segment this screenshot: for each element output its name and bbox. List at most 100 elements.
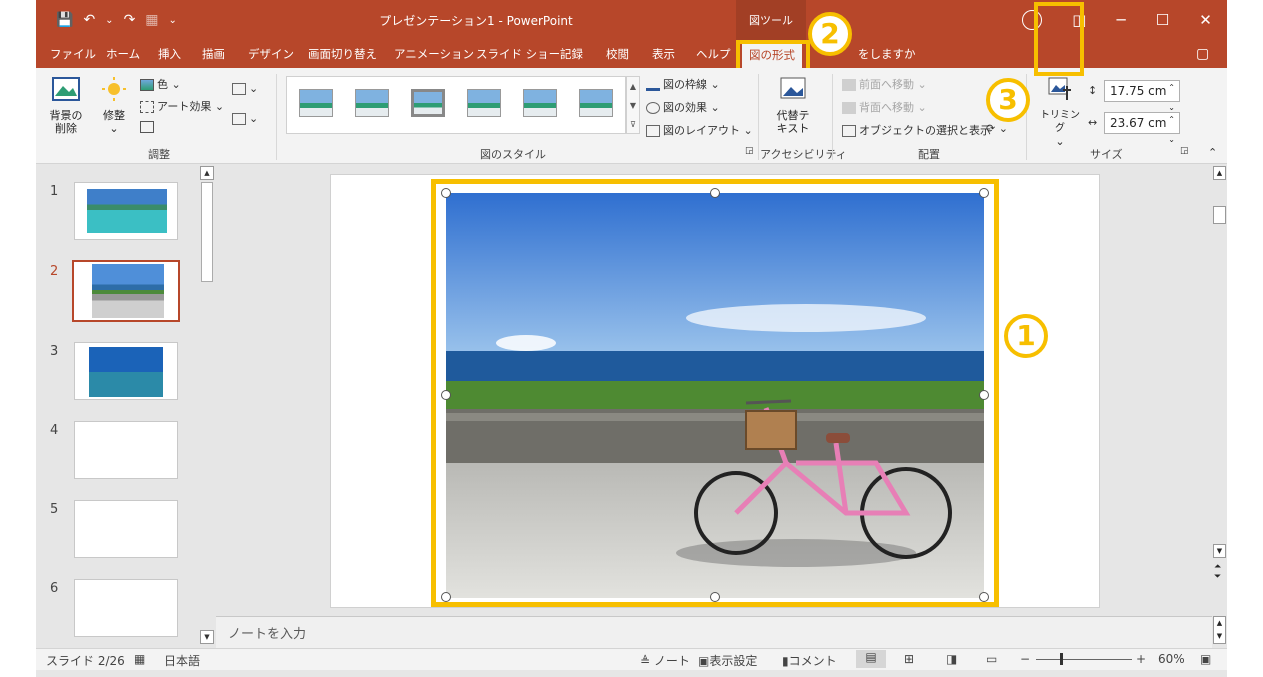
resize-handle-e[interactable] — [979, 390, 989, 400]
zoom-in-button[interactable]: + — [1136, 652, 1146, 666]
notes-pane[interactable]: ノートを入力 — [216, 616, 1212, 648]
tell-me-search[interactable]: をしますか — [858, 40, 916, 68]
slide-thumbnail[interactable]: 5 — [36, 500, 201, 562]
picture-style-option[interactable] — [411, 89, 445, 117]
picture-styles-gallery[interactable] — [286, 76, 626, 134]
gallery-down-icon[interactable]: ▼ — [627, 96, 639, 115]
tab-animations[interactable]: アニメーション — [394, 40, 474, 68]
corrections-button[interactable]: 修整 ⌄ — [94, 76, 134, 135]
previous-slide-icon[interactable]: ⏶ ⏷ — [1214, 562, 1221, 582]
slideshow-view-icon[interactable]: ▭ — [986, 652, 997, 666]
picture-border-button[interactable]: 図の枠線 ⌄ — [646, 76, 720, 92]
tab-view[interactable]: 表示 — [652, 40, 675, 68]
picture-effects-button[interactable]: 図の効果 ⌄ — [646, 99, 720, 115]
picture-layout-button[interactable]: 図のレイアウト ⌄ — [646, 122, 753, 138]
bicycle-photo[interactable] — [446, 193, 984, 598]
fit-to-window-icon[interactable]: ▣ — [1200, 652, 1211, 666]
comments-button[interactable]: ▮コメント — [782, 652, 837, 669]
editor-scroll-up-icon[interactable]: ▲ — [1213, 166, 1226, 180]
width-field[interactable]: 23.67 cm ⌃ ⌄ — [1104, 112, 1180, 144]
crop-button[interactable]: トリミング ⌄ — [1038, 76, 1082, 148]
picture-style-option[interactable] — [355, 89, 389, 117]
zoom-level[interactable]: 60% — [1158, 652, 1185, 666]
normal-view-icon[interactable]: ▤ — [856, 650, 886, 668]
slide-sorter-view-icon[interactable]: ⊞ — [904, 652, 914, 666]
language-label[interactable]: 日本語 — [164, 652, 200, 669]
slide-thumbnail[interactable]: 6 — [36, 579, 201, 641]
compress-pictures-button[interactable]: ⌄ — [232, 82, 258, 95]
gallery-scroll[interactable]: ▲ ▼ ⊽ — [626, 76, 640, 134]
undo-dropdown-icon[interactable]: ⌄ — [105, 15, 113, 26]
tab-picture-format[interactable]: 図の形式 — [742, 42, 802, 68]
accessibility-checker-icon[interactable]: ▦ — [134, 652, 145, 666]
tab-review[interactable]: 校閲 — [606, 40, 629, 68]
slide-thumbnail[interactable]: 4 — [36, 421, 201, 483]
picture-style-option[interactable] — [523, 89, 557, 117]
reading-view-icon[interactable]: ◨ — [946, 652, 957, 666]
minimize-button[interactable]: ─ — [1117, 11, 1126, 29]
redo-icon[interactable]: ↷ — [124, 12, 136, 28]
bring-forward-button[interactable]: 前面へ移動 ⌄ — [842, 76, 927, 92]
resize-handle-n[interactable] — [710, 188, 720, 198]
slide-thumbnail[interactable]: 3 — [36, 342, 201, 404]
height-field[interactable]: 17.75 cm ⌃ ⌄ — [1104, 80, 1180, 112]
editor-scroll-thumb[interactable] — [1213, 206, 1226, 224]
remove-background-button[interactable]: 背景の 削除 — [46, 76, 86, 135]
resize-handle-sw[interactable] — [441, 592, 451, 602]
zoom-out-button[interactable]: − — [1020, 652, 1030, 666]
slide-number: 5 — [50, 502, 59, 517]
resize-handle-s[interactable] — [710, 592, 720, 602]
notes-scroll-icon[interactable]: ▲ ▼ — [1213, 616, 1226, 644]
color-button[interactable]: 色 ⌄ — [140, 76, 181, 92]
scroll-up-icon[interactable]: ▲ — [200, 166, 214, 180]
resize-handle-se[interactable] — [979, 592, 989, 602]
editor-scrollbar[interactable]: ▲ ▼ ⏶ ⏷ ▲ ▼ — [1212, 164, 1227, 648]
send-backward-button[interactable]: 背面へ移動 ⌄ — [842, 99, 927, 115]
format-picture-launcher-icon[interactable]: ◲ — [745, 146, 754, 156]
tab-slideshow[interactable]: スライド ショー — [476, 40, 560, 68]
gallery-more-icon[interactable]: ⊽ — [627, 115, 639, 134]
resize-handle-w[interactable] — [441, 390, 451, 400]
gallery-up-icon[interactable]: ▲ — [627, 77, 639, 96]
notes-toggle-button[interactable]: ≜ ノート — [640, 652, 690, 669]
display-settings-button[interactable]: ▣表示設定 — [698, 652, 757, 669]
scroll-thumb[interactable] — [201, 182, 213, 282]
slide-thumbnail[interactable]: 1 — [36, 182, 201, 244]
tab-home[interactable]: ホーム — [106, 40, 140, 68]
width-spinner-icon[interactable]: ⌃ ⌄ — [1168, 110, 1175, 150]
slide-canvas[interactable] — [330, 174, 1100, 608]
tab-insert[interactable]: 挿入 — [158, 40, 181, 68]
selection-pane-button[interactable]: オブジェクトの選択と表示 — [842, 122, 991, 138]
tab-design[interactable]: デザイン — [248, 40, 294, 68]
zoom-slider-thumb[interactable] — [1060, 653, 1063, 665]
editor-scroll-down-icon[interactable]: ▼ — [1213, 544, 1226, 558]
tab-help[interactable]: ヘルプ — [696, 40, 731, 68]
artistic-effects-button[interactable]: アート効果 ⌄ — [140, 98, 224, 114]
tab-transitions[interactable]: 画面切り替え — [308, 40, 377, 68]
resize-handle-nw[interactable] — [441, 188, 451, 198]
tab-file[interactable]: ファイル — [50, 40, 96, 68]
undo-icon[interactable]: ↶ — [83, 12, 95, 28]
thumbnail-scrollbar[interactable]: ▲ ▼ — [199, 164, 215, 648]
change-picture-button[interactable]: ⌄ — [232, 112, 258, 125]
qat-dropdown-icon[interactable]: ⌄ — [169, 15, 177, 26]
save-icon[interactable]: 💾 — [56, 12, 73, 28]
transparency-button[interactable] — [140, 120, 157, 133]
tab-record[interactable]: 記録 — [560, 40, 583, 68]
rotate-button[interactable]: ⟳ ⌄ — [986, 122, 1008, 135]
picture-style-option[interactable] — [467, 89, 501, 117]
resize-handle-ne[interactable] — [979, 188, 989, 198]
picture-style-option[interactable] — [299, 89, 333, 117]
comments-icon[interactable]: ▢ — [1196, 40, 1209, 68]
scroll-down-icon[interactable]: ▼ — [200, 630, 214, 644]
start-from-beginning-icon[interactable]: ▦ — [145, 12, 158, 28]
alt-text-button[interactable]: 代替テ キスト — [770, 76, 816, 135]
zoom-slider[interactable] — [1036, 659, 1132, 660]
slide-thumbnail[interactable]: 2 — [36, 260, 201, 324]
collapse-ribbon-icon[interactable]: ⌃ — [1208, 146, 1217, 159]
size-launcher-icon[interactable]: ◲ — [1180, 146, 1189, 156]
picture-style-option[interactable] — [579, 89, 613, 117]
close-button[interactable]: ✕ — [1199, 11, 1212, 29]
restore-button[interactable]: ☐ — [1156, 11, 1169, 29]
tab-draw[interactable]: 描画 — [202, 40, 225, 68]
